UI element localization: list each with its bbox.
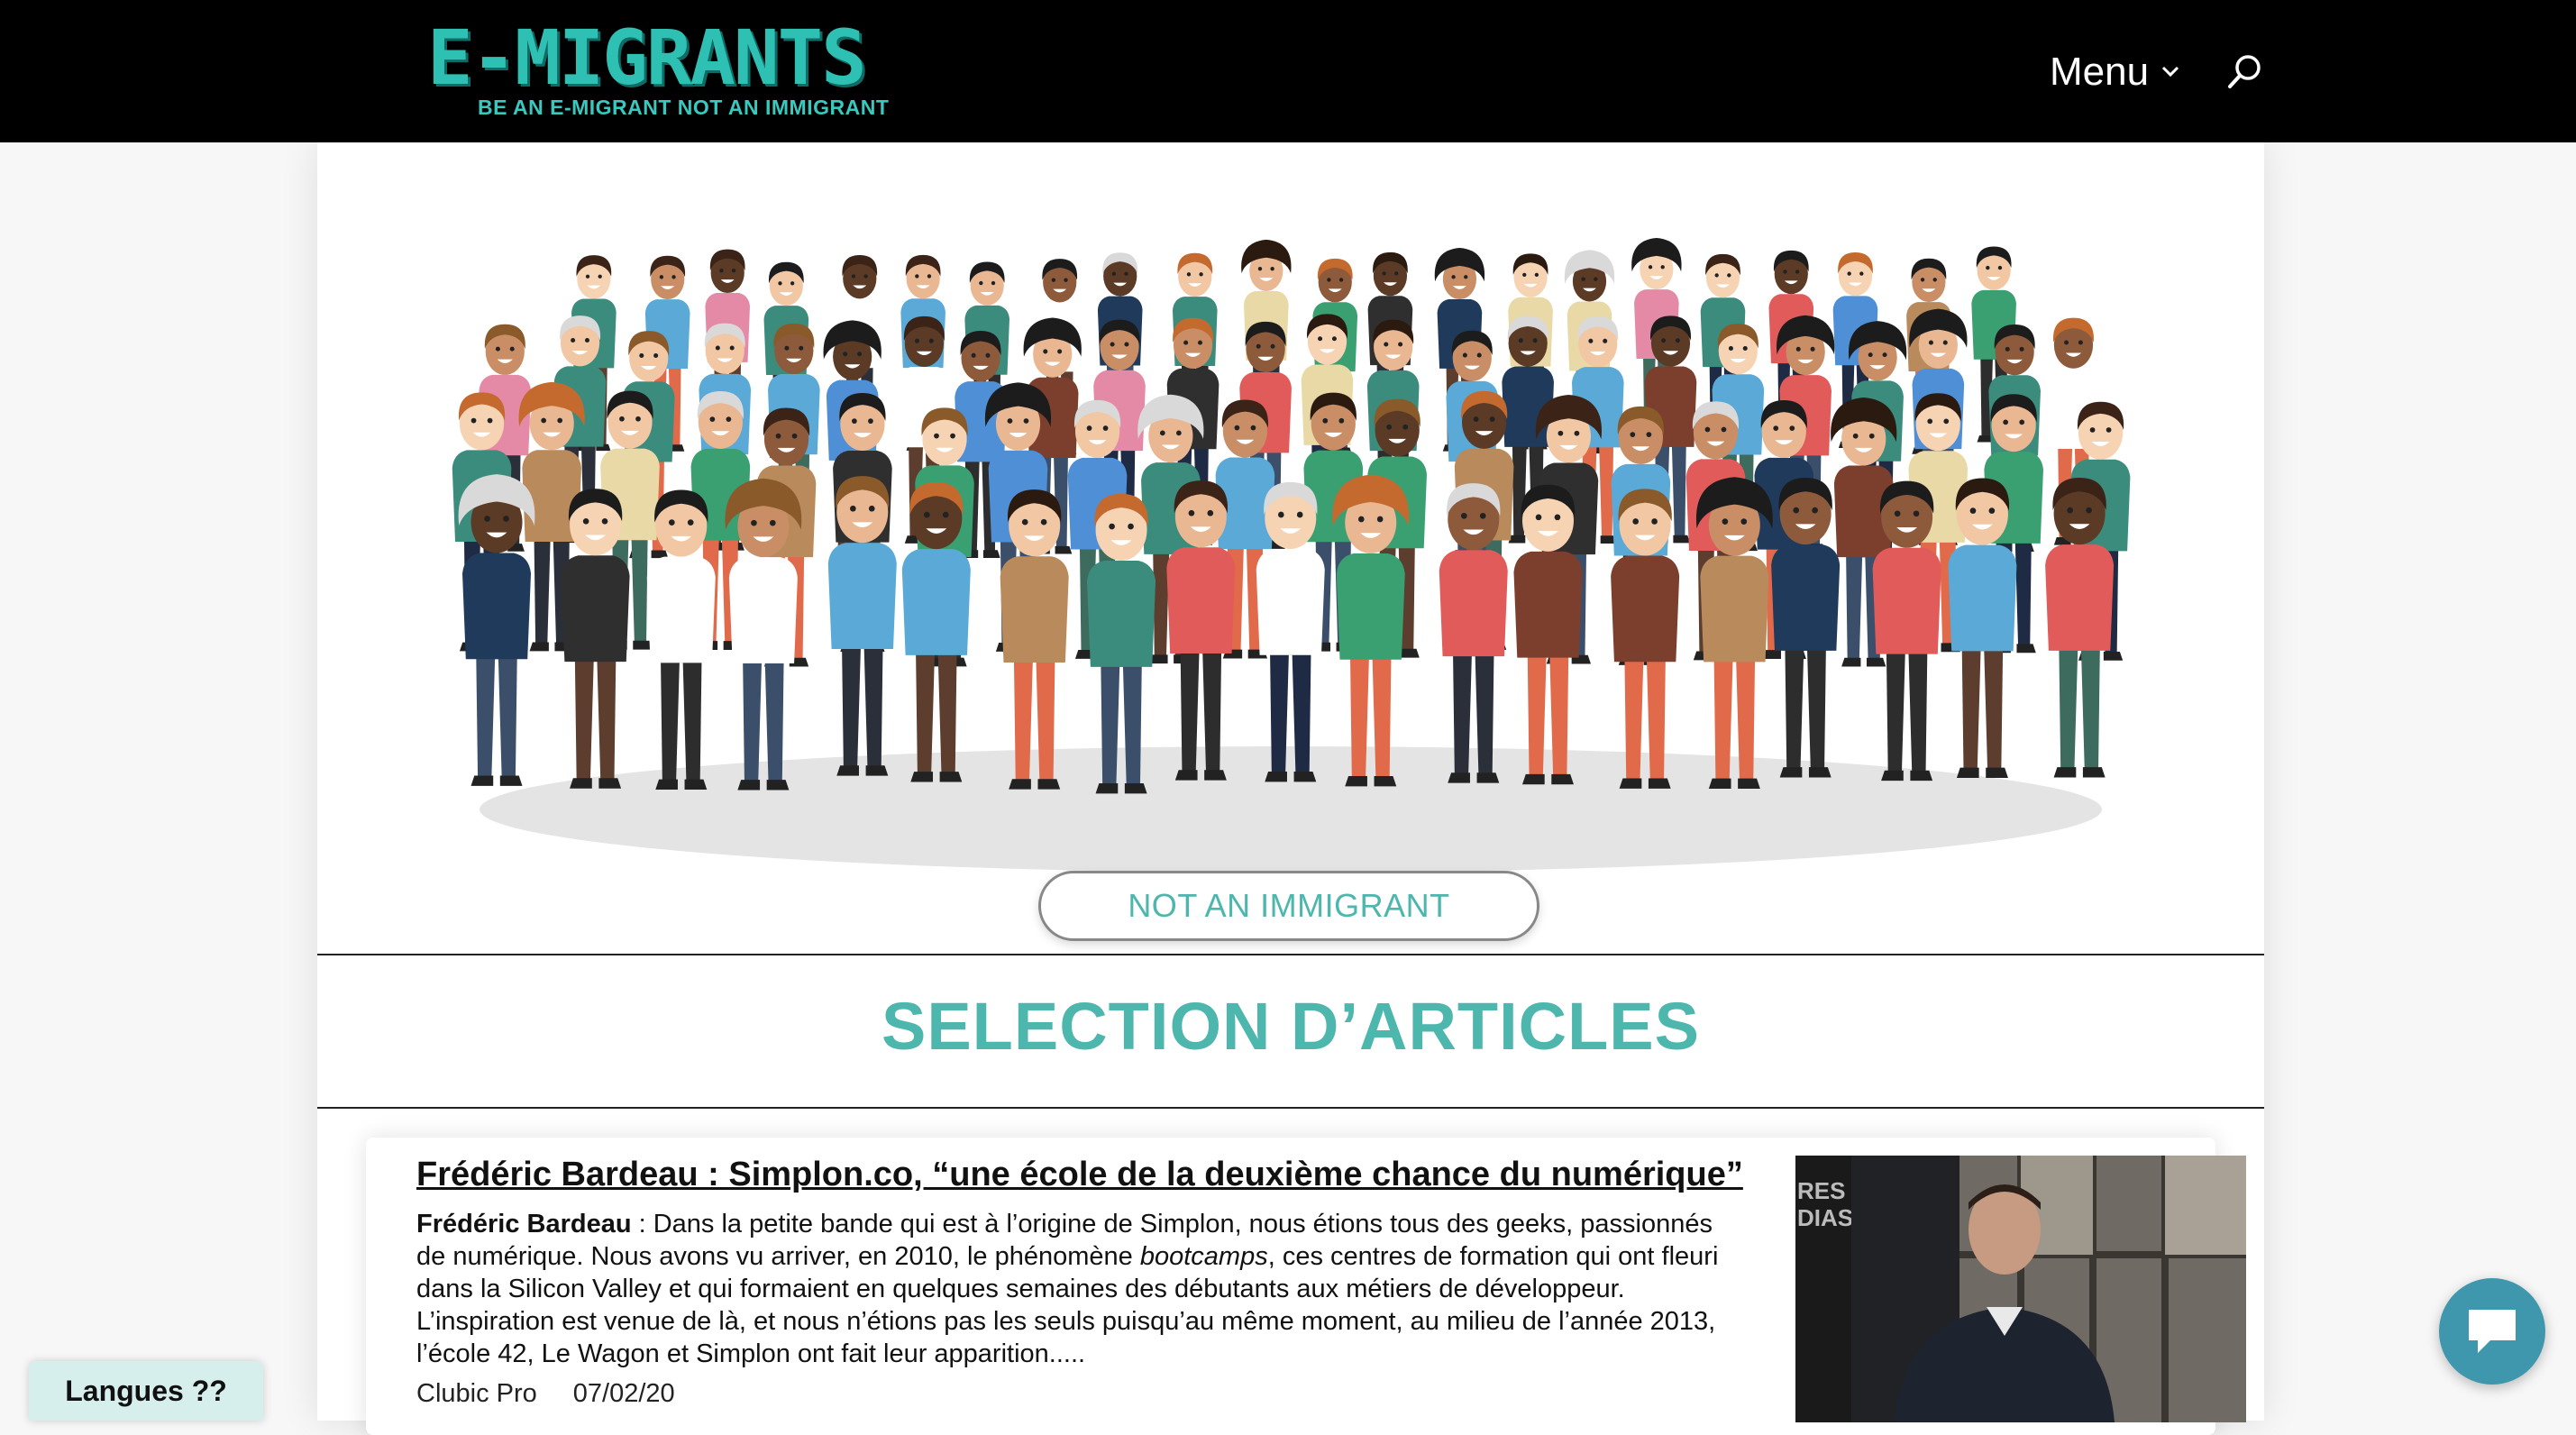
hero-section: NOT AN IMMIGRANT [317,142,2264,954]
divider [317,1107,2264,1109]
article-excerpt: Frédéric Bardeau : Dans la petite bande … [416,1208,1732,1370]
section-title: SELECTION D’ARTICLES [881,989,1701,1064]
chat-bubble-icon [2469,1310,2516,1353]
article-excerpt-emphasis: bootcamps [1139,1242,1268,1271]
not-an-immigrant-button[interactable]: NOT AN IMMIGRANT [1038,871,1539,941]
chevron-down-icon [2161,64,2179,81]
site-logo[interactable]: E-MIGRANTS BE AN E-MIGRANT NOT AN IMMIGR… [427,20,925,121]
site-header: E-MIGRANTS BE AN E-MIGRANT NOT AN IMMIGR… [0,0,2576,142]
menu-label: Menu [2050,50,2150,94]
logo-tagline: BE AN E-MIGRANT NOT AN IMMIGRANT [478,96,890,119]
article-photo: RES DIAS [1795,1156,2246,1422]
language-selector[interactable]: Langues ?? [29,1361,263,1421]
svg-text:RES: RES [1797,1177,1845,1204]
article-card: Frédéric Bardeau : Simplon.co, “une écol… [366,1138,2246,1435]
article-title-link[interactable]: Frédéric Bardeau : Simplon.co, “une écol… [416,1156,1743,1194]
svg-text:DIAS: DIAS [1797,1204,1853,1231]
article-meta: Clubic Pro 07/02/20 [416,1379,675,1409]
cta-label: NOT AN IMMIGRANT [1128,887,1450,924]
logo-title: E-MIGRANTS [427,14,867,102]
search-icon[interactable] [2226,52,2264,90]
article-thumbnail[interactable]: RES DIAS [1795,1156,2246,1422]
language-label: Langues ?? [65,1374,227,1407]
main-content: NOT AN IMMIGRANT SELECTION D’ARTICLES Fr… [317,142,2264,1435]
article-author: Frédéric Bardeau [416,1210,632,1238]
menu-button[interactable]: Menu [2050,47,2179,97]
article-source: Clubic Pro [416,1379,537,1408]
chat-button[interactable] [2439,1278,2545,1385]
article-date: 07/02/20 [572,1379,675,1408]
crowd-illustration [452,238,2131,873]
divider [317,954,2264,955]
